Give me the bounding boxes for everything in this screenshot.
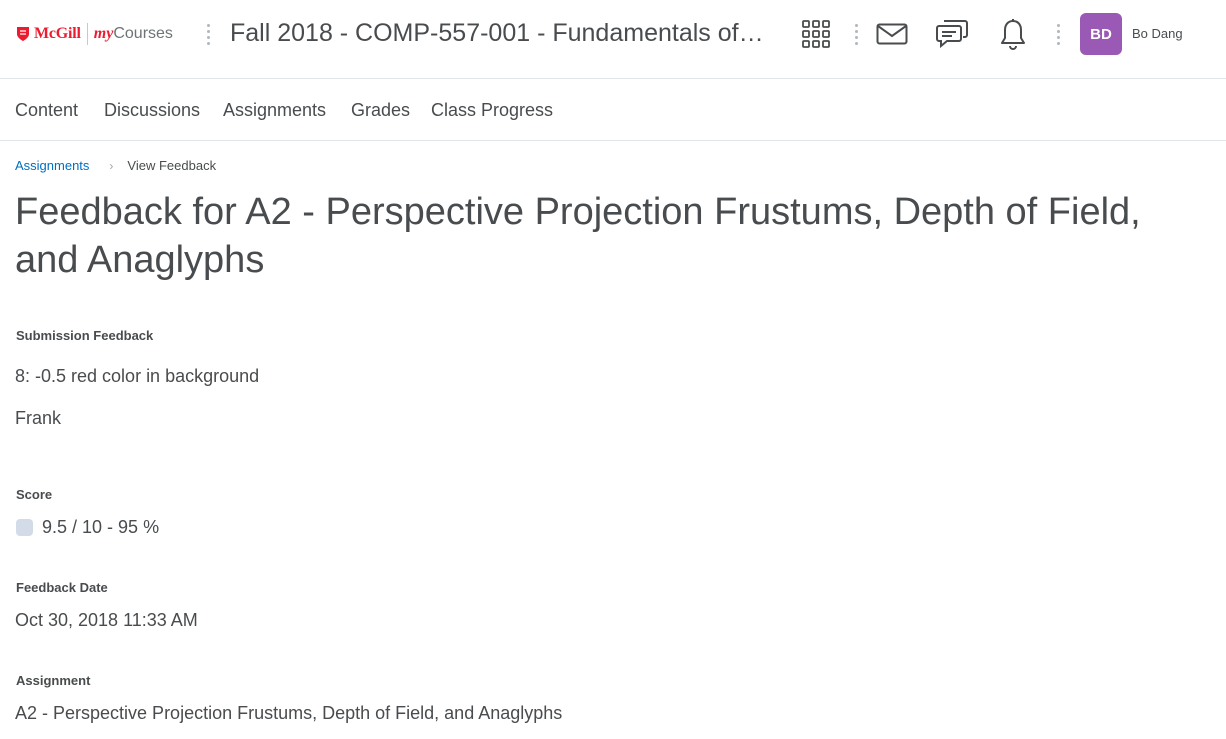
breadcrumb-assignments-link[interactable]: Assignments (15, 158, 89, 173)
nav-item-content[interactable]: Content (15, 100, 78, 121)
assignment-label: Assignment (16, 673, 91, 688)
score-row: 9.5 / 10 - 95 % (16, 517, 159, 538)
user-avatar[interactable]: BD (1080, 13, 1122, 55)
feedback-date-value: Oct 30, 2018 11:33 AM (15, 610, 198, 630)
top-bar: McGill my Courses Fall 2018 - COMP-557-0… (0, 0, 1226, 79)
mcgill-mycourses-logo[interactable]: McGill my Courses (16, 22, 173, 46)
logo-courses-text: Courses (113, 25, 173, 42)
chat-icon[interactable] (936, 18, 968, 50)
score-label: Score (16, 487, 53, 502)
header-separator (1057, 24, 1061, 45)
app-grid-icon[interactable] (800, 18, 832, 50)
header-separator (207, 24, 211, 45)
mail-icon[interactable] (876, 18, 908, 50)
header-separator (855, 24, 859, 45)
submission-feedback-line: Frank (15, 408, 62, 428)
bell-icon[interactable] (997, 18, 1029, 50)
course-nav-bar: Content Discussions Assignments Grades C… (0, 80, 1226, 141)
chevron-right-icon: › (109, 158, 114, 173)
nav-item-assignments[interactable]: Assignments (223, 100, 326, 121)
user-name[interactable]: Bo Dang (1132, 26, 1183, 41)
logo-brand-text: McGill (34, 25, 81, 42)
logo-my-text: my (93, 25, 114, 42)
breadcrumb: Assignments › View Feedback (15, 158, 216, 173)
score-indicator-icon (16, 519, 33, 536)
course-title[interactable]: Fall 2018 - COMP-557-001 - Fundamentals … (230, 19, 770, 53)
nav-item-class-progress[interactable]: Class Progress (431, 100, 553, 121)
nav-item-discussions[interactable]: Discussions (104, 100, 200, 121)
logo-divider (86, 23, 88, 45)
mcgill-shield-icon (17, 27, 29, 41)
assignment-value: A2 - Perspective Projection Frustums, De… (15, 703, 563, 723)
score-value: 9.5 / 10 - 95 % (42, 517, 160, 537)
submission-feedback-line: 8: -0.5 red color in background (15, 366, 260, 386)
submission-feedback-label: Submission Feedback (16, 328, 154, 343)
nav-item-grades[interactable]: Grades (351, 100, 410, 121)
feedback-date-label: Feedback Date (16, 580, 108, 595)
page-title: Feedback for A2 - Perspective Projection… (15, 191, 1141, 281)
breadcrumb-current: View Feedback (127, 158, 217, 173)
